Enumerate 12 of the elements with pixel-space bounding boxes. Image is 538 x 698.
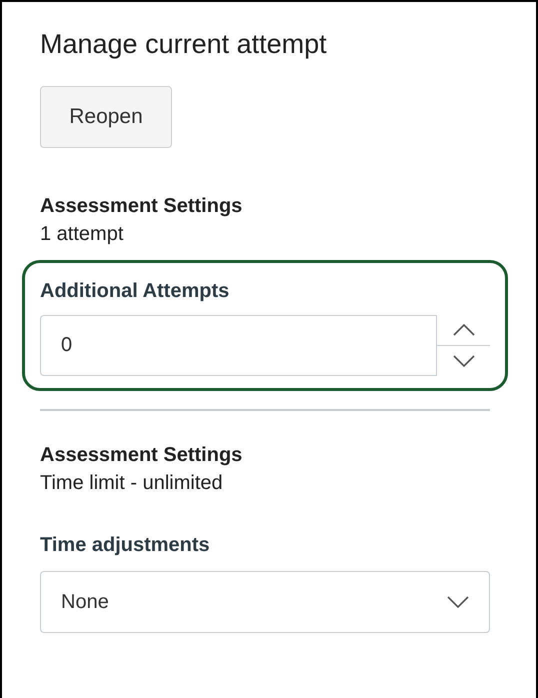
reopen-button[interactable]: Reopen xyxy=(40,86,172,148)
field-label: Additional Attempts xyxy=(40,279,230,304)
panel-title: Manage current attempt xyxy=(40,28,328,61)
select-field[interactable]: None xyxy=(40,571,490,633)
time-limit-text: Time limit - unlimited xyxy=(40,471,224,496)
section-heading: Assessment Settings xyxy=(40,443,244,468)
chevron-down-icon xyxy=(447,596,469,608)
chevron-down-icon xyxy=(452,355,474,367)
field-label: Time adjustments xyxy=(40,533,211,558)
attempt-count: 1 attempt xyxy=(40,222,124,247)
section-heading: Assessment Settings xyxy=(40,194,244,219)
chevron-up-icon xyxy=(452,324,474,336)
